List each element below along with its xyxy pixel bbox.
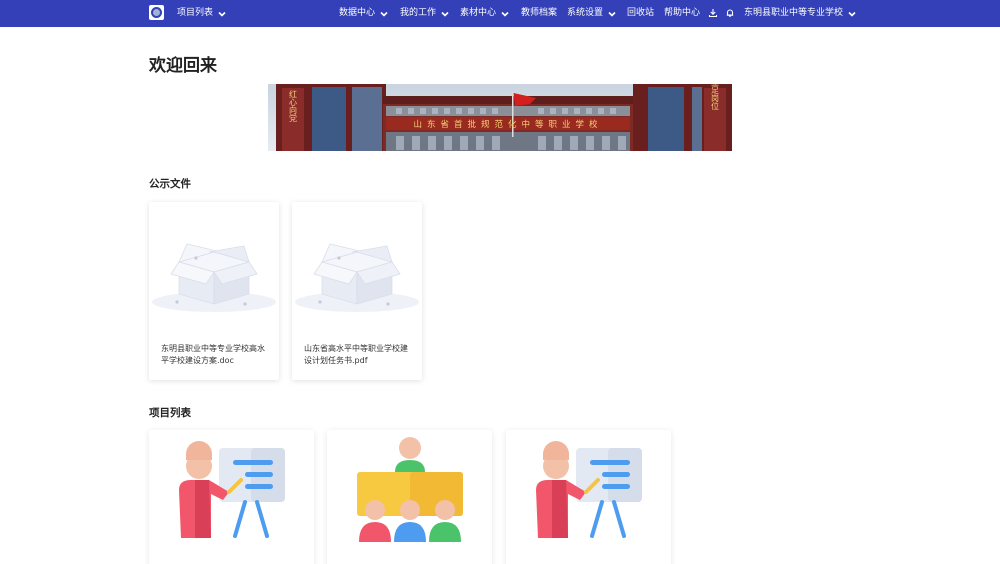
school-logo[interactable]	[149, 5, 164, 20]
file-card[interactable]: 东明县职业中等专业学校高水平学校建设方案.doc	[149, 202, 279, 380]
nav-project-list[interactable]: 项目列表	[177, 0, 227, 27]
banner-left-slogan: 红心向党	[289, 89, 298, 123]
banner-right-slogan: 立足岗位	[711, 84, 720, 110]
public-files-title: 公示文件	[149, 178, 191, 190]
chevron-down-icon	[441, 11, 449, 17]
download-icon[interactable]	[708, 8, 718, 18]
nav-project-list-label: 项目列表	[177, 8, 214, 18]
nav-teacher-files[interactable]: 教师档案	[521, 0, 557, 27]
page-title: 欢迎回来	[149, 56, 217, 76]
nav-my-work[interactable]: 我的工作	[400, 0, 450, 27]
projects-title: 项目列表	[149, 407, 191, 419]
chevron-down-icon	[848, 11, 856, 17]
nav-school-account[interactable]: 东明县职业中等专业学校	[744, 0, 857, 27]
nav-data-center[interactable]: 数据中心	[339, 0, 389, 27]
presenter-icon	[179, 441, 285, 538]
school-banner-image: 山东省首批规范化中等职业学校 红心向党 立足岗位	[268, 84, 732, 151]
nav-system-settings-label: 系统设置	[567, 8, 604, 18]
nav-recycle-bin-label: 回收站	[627, 8, 655, 18]
file-name[interactable]: 东明县职业中等专业学校高水平学校建设方案.doc	[161, 343, 267, 367]
nav-my-work-label: 我的工作	[400, 8, 437, 18]
banner-school-sign: 山东省首批规范化中等职业学校	[413, 119, 602, 130]
nav-help-center[interactable]: 帮助中心	[664, 0, 700, 27]
meeting-icon	[357, 437, 463, 542]
project-card[interactable]	[506, 430, 671, 564]
top-nav: 项目列表 数据中心 我的工作 素材中心 教师档案 系统设置 回收站 帮助中心 东…	[0, 0, 1000, 27]
empty-box-icon	[295, 243, 419, 312]
project-card[interactable]	[149, 430, 314, 564]
empty-box-icon	[152, 243, 276, 312]
nav-material-center[interactable]: 素材中心	[460, 0, 510, 27]
file-card[interactable]: 山东省高水平中等职业学校建设计划任务书.pdf	[292, 202, 422, 380]
nav-material-center-label: 素材中心	[460, 8, 497, 18]
chevron-down-icon	[380, 11, 388, 17]
file-name[interactable]: 山东省高水平中等职业学校建设计划任务书.pdf	[304, 343, 410, 367]
project-card[interactable]	[327, 430, 492, 564]
bell-icon[interactable]	[725, 8, 735, 18]
nav-teacher-files-label: 教师档案	[521, 8, 558, 18]
nav-school-name: 东明县职业中等专业学校	[744, 8, 844, 18]
nav-recycle-bin[interactable]: 回收站	[627, 0, 654, 27]
chevron-down-icon	[501, 11, 509, 17]
presenter-icon	[536, 441, 642, 538]
nav-data-center-label: 数据中心	[339, 8, 376, 18]
nav-help-center-label: 帮助中心	[664, 8, 701, 18]
chevron-down-icon	[218, 11, 226, 17]
chevron-down-icon	[608, 11, 616, 17]
nav-system-settings[interactable]: 系统设置	[567, 0, 617, 27]
